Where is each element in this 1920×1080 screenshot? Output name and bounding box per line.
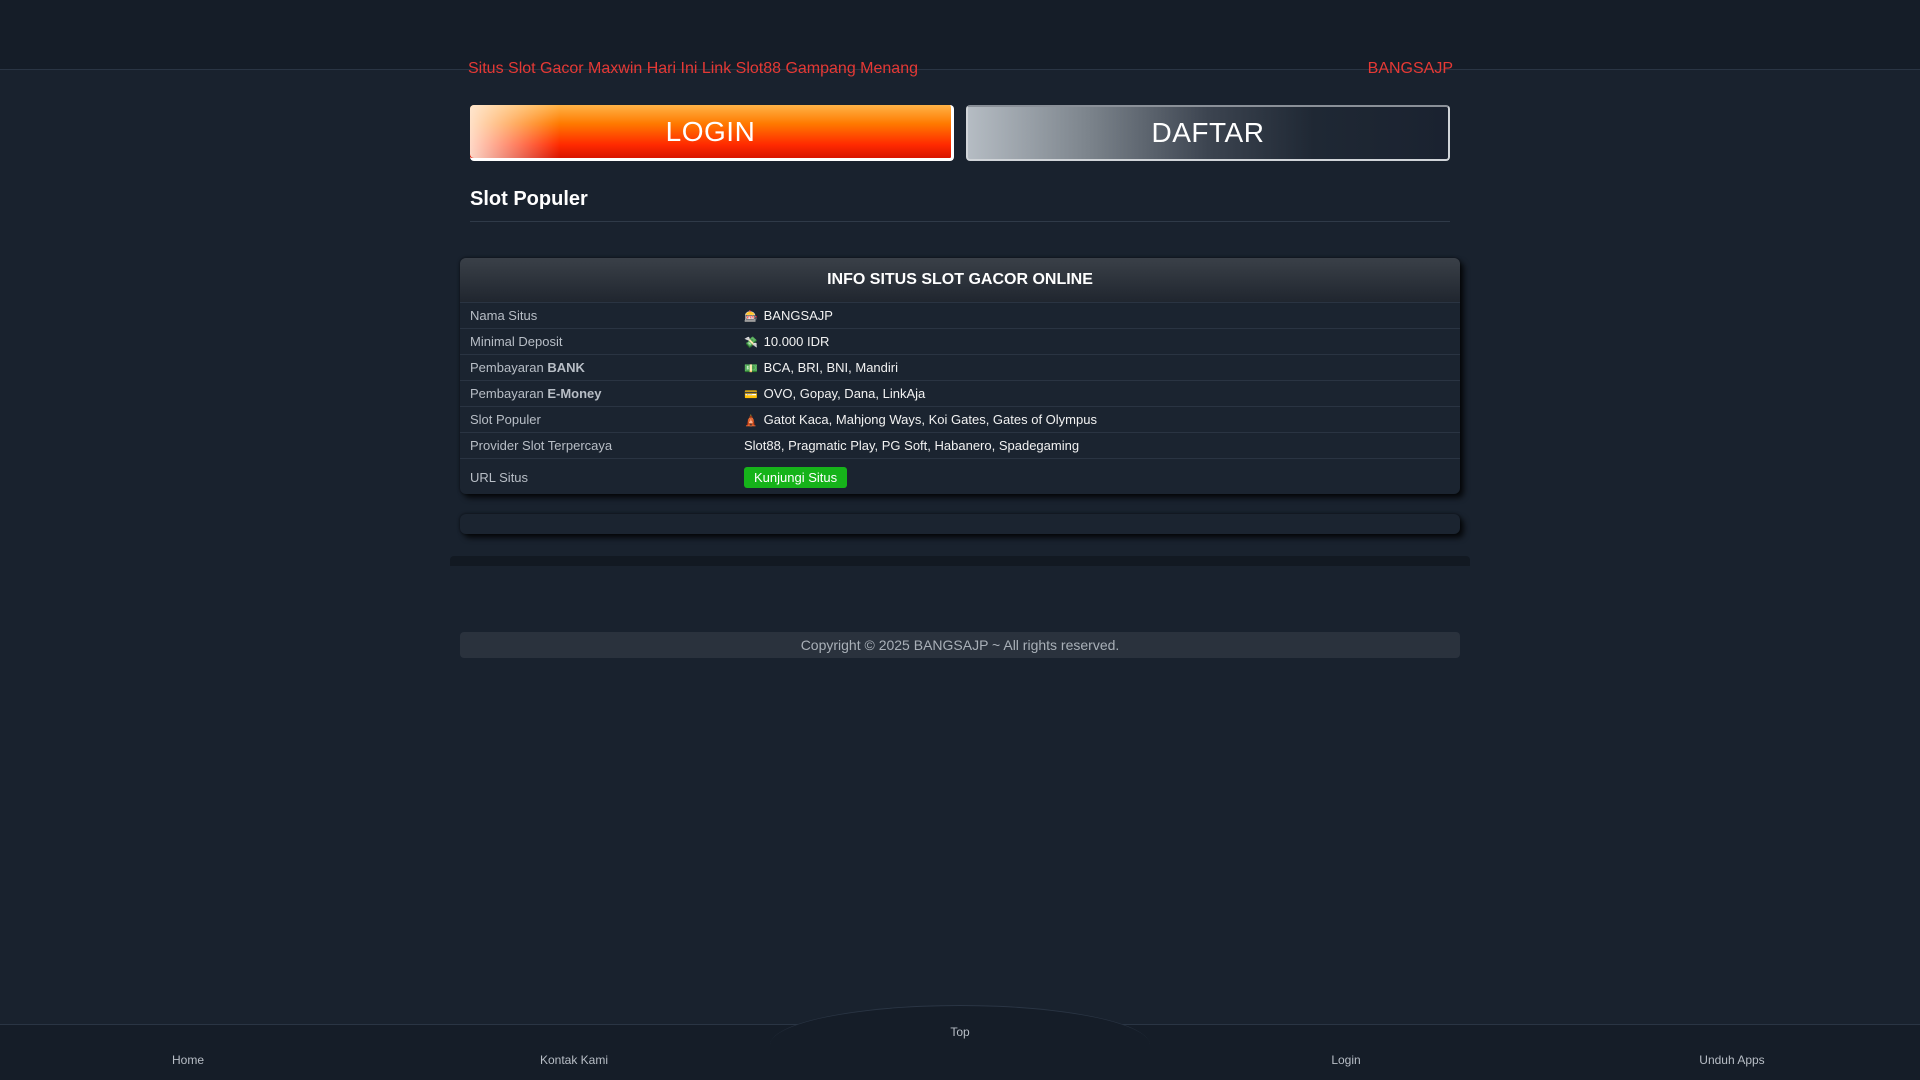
visit-site-button[interactable]: Kunjungi Situs: [744, 467, 848, 489]
row-value: 💵 BCA, BRI, BNI, Mandiri: [734, 354, 1460, 381]
min-deposit-value: 10.000 IDR: [763, 334, 830, 349]
row-label: Slot Populer: [460, 406, 734, 433]
popular-slots-value: Gatot Kaca, Mahjong Ways, Koi Gates, Gat…: [763, 412, 1097, 427]
row-value: 💸 10.000 IDR: [734, 328, 1460, 355]
row-label: Provider Slot Terpercaya: [460, 432, 734, 459]
table-row: Minimal Deposit 💸 10.000 IDR: [460, 328, 1460, 355]
login-button[interactable]: LOGIN: [470, 105, 954, 161]
slot-machine-icon: 🎰: [744, 311, 758, 323]
row-value: 🛕 Gatot Kaca, Mahjong Ways, Koi Gates, G…: [734, 406, 1460, 433]
table-row: Nama Situs 🎰 BANGSAJP: [460, 302, 1460, 329]
label-bold: E-Money: [547, 386, 602, 401]
info-card-heading: INFO SITUS SLOT GACOR ONLINE: [460, 258, 1460, 302]
marquee-text-right: BANGSAJP: [1367, 60, 1453, 77]
section-title: Slot Populer: [470, 188, 1450, 222]
row-label: Nama Situs: [460, 302, 734, 329]
nav-login[interactable]: Login: [1266, 1053, 1426, 1067]
nav-kontak-kami[interactable]: Kontak Kami: [494, 1053, 654, 1067]
content-divider-bar: [450, 556, 1470, 566]
label-plain: Pembayaran: [470, 386, 548, 401]
emoney-list-value: OVO, Gopay, Dana, LinkAja: [763, 386, 926, 401]
page: Situs Slot Gacor Maxwin Hari Ini Link Sl…: [0, 0, 1920, 1080]
marquee-text-left: Situs Slot Gacor Maxwin Hari Ini Link Sl…: [468, 60, 918, 77]
table-row: Slot Populer 🛕 Gatot Kaca, Mahjong Ways,…: [460, 406, 1460, 433]
row-value: Kunjungi Situs: [734, 458, 1460, 494]
row-label: Pembayaran BANK: [460, 354, 734, 381]
daftar-button-label: DAFTAR: [1151, 117, 1265, 148]
row-value: 🎰 BANGSAJP: [734, 302, 1460, 329]
money-wings-icon: 💸: [744, 337, 758, 349]
bank-list-value: BCA, BRI, BNI, Mandiri: [763, 360, 898, 375]
nav-unduh-apps[interactable]: Unduh Apps: [1652, 1053, 1812, 1067]
row-label: URL Situs: [460, 458, 734, 494]
auth-button-row: LOGIN DAFTAR: [470, 105, 1450, 161]
login-button-label: LOGIN: [665, 115, 756, 147]
marquee-banner: Situs Slot Gacor Maxwin Hari Ini Link Sl…: [468, 55, 1456, 83]
row-label: Pembayaran E-Money: [460, 380, 734, 407]
empty-card: [460, 514, 1460, 534]
table-row: Pembayaran BANK 💵 BCA, BRI, BNI, Mandiri: [460, 354, 1460, 381]
row-value: 💳 OVO, Gopay, Dana, LinkAja: [734, 380, 1460, 407]
scroll-top-label[interactable]: Top: [770, 1025, 1150, 1039]
providers-value: Slot88, Pragmatic Play, PG Soft, Habaner…: [734, 432, 1460, 459]
daftar-button[interactable]: DAFTAR: [966, 105, 1450, 161]
copyright-footer: Copyright © 2025 BANGSAJP ~ All rights r…: [460, 632, 1460, 658]
label-bold: BANK: [547, 360, 585, 375]
credit-card-icon: 💳: [744, 389, 758, 401]
info-card: INFO SITUS SLOT GACOR ONLINE Nama Situs …: [460, 258, 1460, 494]
temple-icon: 🛕: [744, 415, 758, 427]
label-plain: Pembayaran: [470, 360, 548, 375]
info-table: Nama Situs 🎰 BANGSAJP Minimal Deposit 💸 …: [460, 302, 1460, 494]
table-row: Pembayaran E-Money 💳 OVO, Gopay, Dana, L…: [460, 380, 1460, 407]
row-label: Minimal Deposit: [460, 328, 734, 355]
bank-icon: 💵: [744, 363, 758, 375]
site-name-value: BANGSAJP: [763, 308, 833, 323]
nav-home[interactable]: Home: [108, 1053, 268, 1067]
table-row: URL Situs Kunjungi Situs: [460, 458, 1460, 494]
table-row: Provider Slot Terpercaya Slot88, Pragmat…: [460, 432, 1460, 459]
